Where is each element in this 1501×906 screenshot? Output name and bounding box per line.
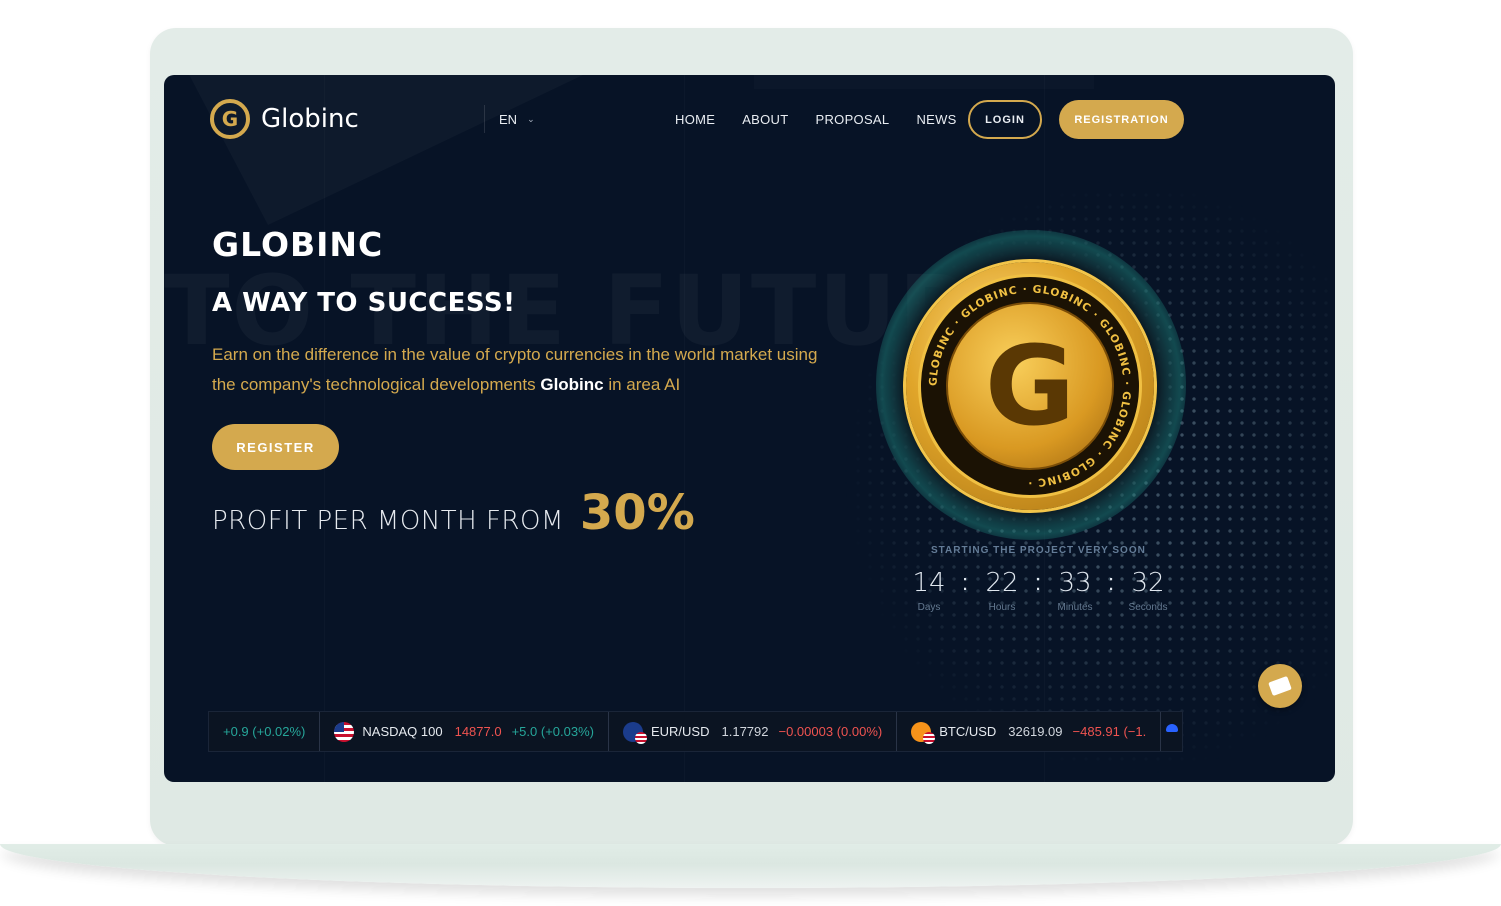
profit-value: 30%: [579, 485, 695, 541]
ticker-symbol: BTC/USD: [939, 724, 997, 739]
coin-ring: GLOBINC · GLOBINC · GLOBINC · GLOBINC · …: [918, 274, 1142, 498]
ticker-item[interactable]: NASDAQ 100 14877.0 +5.0 (+0.03%): [320, 712, 609, 751]
nav-home[interactable]: HOME: [675, 112, 715, 127]
nav-news[interactable]: NEWS: [916, 112, 956, 127]
countdown-unit: Minutes: [1057, 602, 1093, 613]
login-button[interactable]: LOGIN: [968, 100, 1042, 139]
description-text: Earn on the difference in the value of c…: [212, 345, 818, 394]
ticker-item[interactable]: +0.9 (+0.02%): [209, 712, 321, 751]
ticker-item[interactable]: EUR/USD 1.17792 −0.00003 (0.00%): [609, 712, 898, 751]
countdown-seconds: 32 Seconds: [1123, 568, 1173, 613]
register-button[interactable]: REGISTER: [212, 424, 339, 470]
description-text-end: in area AI: [603, 375, 681, 394]
globinc-coin-icon: GLOBINC · GLOBINC · GLOBINC · GLOBINC · …: [906, 262, 1154, 510]
message-icon: [1268, 676, 1292, 696]
coin-letter: G: [984, 322, 1076, 450]
hero-description: Earn on the difference in the value of c…: [212, 340, 832, 400]
countdown-value: 33: [1058, 568, 1092, 598]
countdown-separator: :: [1108, 570, 1115, 595]
background-shape: [754, 75, 1094, 89]
ticker-price: 14877.0: [454, 724, 502, 739]
coin-center: G: [946, 302, 1114, 470]
ticker-price: 32619.09: [1008, 724, 1063, 739]
laptop-base: [0, 844, 1501, 888]
ticker-item[interactable]: BTC/USD 32619.09 −485.91 (−1.: [897, 712, 1162, 751]
ticker-symbol: NASDAQ 100: [362, 724, 443, 739]
hero-subtitle: A WAY TO SUCCESS!: [212, 288, 516, 318]
laptop-screen: TO THE FUTURE Globinc EN ⌄ HOME ABOUT PR…: [164, 75, 1335, 782]
countdown-separator: :: [962, 570, 969, 595]
eu-us-flag-icon: [622, 721, 647, 744]
countdown-unit: Days: [917, 602, 941, 613]
countdown-unit: Seconds: [1128, 602, 1168, 613]
ticker-change: −485.91 (−1.: [1072, 724, 1147, 739]
ticker-change: +5.0 (+0.03%): [511, 724, 594, 739]
market-ticker[interactable]: +0.9 (+0.02%) NASDAQ 100 14877.0 +5.0 (+…: [208, 711, 1183, 752]
countdown-hours: 22 Hours: [977, 568, 1027, 613]
ticker-change: −0.00003 (0.00%): [778, 724, 883, 739]
us-flag-icon: [334, 721, 355, 742]
language-selector[interactable]: EN ⌄: [484, 105, 535, 133]
profit-banner: PROFIT PER MONTH FROM 30%: [212, 485, 695, 541]
chevron-down-icon: ⌄: [527, 113, 535, 124]
ticker-change: +0.9 (+0.02%): [223, 724, 306, 739]
ticker-symbol: EUR/USD: [650, 724, 710, 739]
description-brand: Globinc: [540, 375, 604, 394]
countdown-label: STARTING THE PROJECT VERY SOON: [931, 545, 1146, 556]
grid-line: [684, 75, 685, 782]
brand-name: Globinc: [261, 104, 359, 134]
nav-proposal[interactable]: PROPOSAL: [816, 112, 890, 127]
countdown-unit: Hours: [988, 602, 1016, 613]
main-nav: HOME ABOUT PROPOSAL NEWS: [675, 112, 984, 127]
tradingview-logo-icon[interactable]: [1166, 724, 1178, 732]
btc-us-flag-icon: [911, 721, 936, 744]
ticker-price: 1.17792: [721, 724, 769, 739]
countdown-minutes: 33 Minutes: [1050, 568, 1100, 613]
countdown-value: 22: [985, 568, 1019, 598]
background-shape: [184, 75, 604, 225]
language-label: EN: [499, 111, 518, 127]
chat-button[interactable]: [1258, 664, 1302, 708]
countdown-value: 14: [912, 568, 946, 598]
logo[interactable]: Globinc: [210, 99, 359, 139]
countdown-separator: :: [1035, 570, 1042, 595]
hero-title: GLOBINC: [212, 225, 384, 264]
countdown-value: 32: [1131, 568, 1165, 598]
logo-icon: [210, 99, 250, 139]
registration-button[interactable]: REGISTRATION: [1059, 100, 1184, 139]
countdown-days: 14 Days: [904, 568, 954, 613]
profit-text: PROFIT PER MONTH FROM: [212, 506, 564, 536]
nav-about[interactable]: ABOUT: [742, 112, 788, 127]
